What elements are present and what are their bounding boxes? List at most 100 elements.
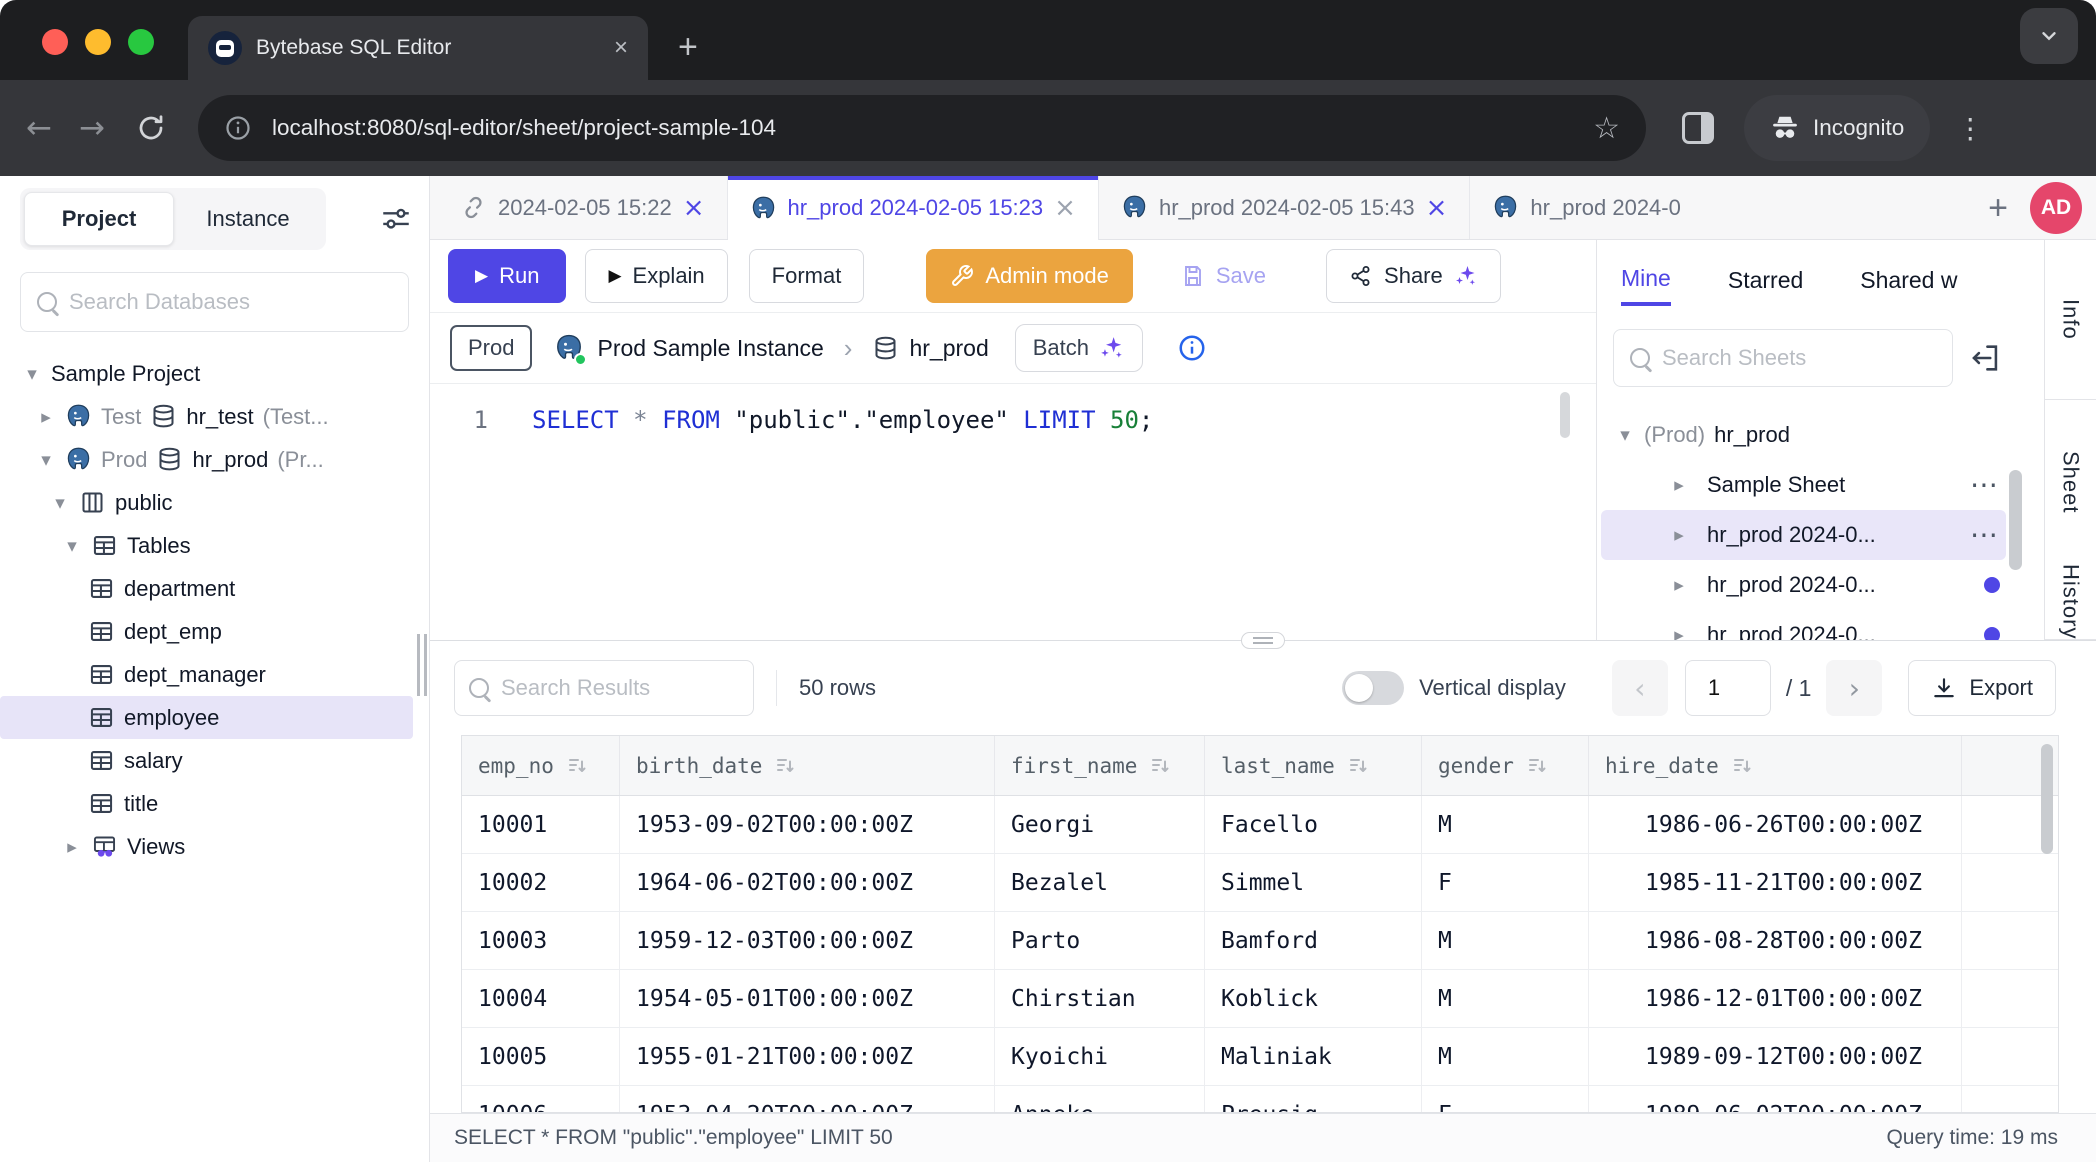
tree-caret-icon[interactable] bbox=[1669, 574, 1689, 596]
sql-editor[interactable]: 1 SELECT * FROM "public"."employee" LIMI… bbox=[430, 384, 1596, 640]
close-tab-icon[interactable]: × bbox=[614, 34, 628, 62]
table-row[interactable]: 10002 1964-06-02T00:00:00Z Bezalel Simme… bbox=[462, 854, 2058, 912]
vertical-display-toggle[interactable] bbox=[1342, 671, 1404, 705]
format-button[interactable]: Format bbox=[749, 249, 865, 303]
url-bar[interactable]: localhost:8080/sql-editor/sheet/project-… bbox=[198, 95, 1646, 161]
browser-menu-icon[interactable]: ⋮ bbox=[1956, 112, 1984, 145]
tree-row[interactable]: department bbox=[0, 567, 429, 610]
tree-row[interactable]: Prod hr_prod (Pr... bbox=[0, 438, 429, 481]
search-databases-input[interactable] bbox=[69, 289, 392, 315]
column-header[interactable]: gender bbox=[1422, 736, 1589, 795]
maximize-window-button[interactable] bbox=[128, 29, 154, 55]
column-header[interactable]: emp_no bbox=[462, 736, 620, 795]
page-number-input[interactable] bbox=[1685, 660, 1771, 716]
sort-icon[interactable] bbox=[1148, 754, 1172, 778]
tab-search-chevron-button[interactable] bbox=[2020, 8, 2078, 64]
sort-icon[interactable] bbox=[1730, 754, 1754, 778]
minimize-window-button[interactable] bbox=[85, 29, 111, 55]
results-search[interactable] bbox=[454, 660, 754, 716]
forward-button[interactable]: → bbox=[79, 110, 105, 146]
tree-caret-icon[interactable] bbox=[36, 406, 56, 428]
sort-icon[interactable] bbox=[773, 754, 797, 778]
tree-caret-icon[interactable] bbox=[50, 492, 70, 514]
site-info-icon[interactable] bbox=[224, 114, 252, 142]
tree-caret-icon[interactable] bbox=[36, 449, 56, 471]
tree-row[interactable]: dept_manager bbox=[0, 653, 429, 696]
reload-button[interactable] bbox=[136, 113, 166, 143]
table-row[interactable]: 10006 1953-04-20T00:00:00Z Anneke Preusi… bbox=[462, 1086, 2058, 1112]
tree-caret-icon[interactable] bbox=[62, 836, 82, 858]
tree-row[interactable]: dept_emp bbox=[0, 610, 429, 653]
close-tab-icon[interactable]: × bbox=[683, 195, 705, 221]
search-results-input[interactable] bbox=[501, 675, 739, 701]
tree-row[interactable]: salary bbox=[0, 739, 429, 782]
tree-caret-icon[interactable] bbox=[1669, 524, 1689, 546]
tree-row[interactable]: employee bbox=[0, 696, 413, 739]
close-tab-icon[interactable]: × bbox=[1426, 195, 1448, 221]
new-tab-button[interactable]: + bbox=[678, 30, 698, 64]
tree-caret-icon[interactable] bbox=[22, 363, 42, 385]
tree-caret-icon[interactable] bbox=[62, 535, 82, 557]
sheet-row[interactable]: hr_prod 2024-0... ⋯ bbox=[1597, 560, 2044, 610]
save-button[interactable]: Save bbox=[1159, 249, 1288, 303]
panel-resize-handle[interactable] bbox=[1241, 632, 1285, 649]
sort-icon[interactable] bbox=[1525, 754, 1549, 778]
sheet-panel-tab[interactable]: Starred bbox=[1728, 253, 1803, 304]
editor-scrollbar[interactable] bbox=[1560, 392, 1570, 438]
share-button[interactable]: Share bbox=[1326, 249, 1501, 303]
sheet-row[interactable]: hr_prod 2024-0... ⋯ bbox=[1597, 610, 2044, 640]
run-button[interactable]: ▶ Run bbox=[448, 249, 566, 303]
sheet-panel-tab[interactable]: Mine bbox=[1621, 251, 1671, 306]
tree-row[interactable]: Tables bbox=[0, 524, 429, 567]
sheet-row[interactable]: (Prod) hr_prod ⋯ bbox=[1597, 410, 2044, 460]
back-button[interactable]: ← bbox=[26, 110, 52, 146]
table-row[interactable]: 10001 1953-09-02T00:00:00Z Georgi Facell… bbox=[462, 796, 2058, 854]
user-avatar[interactable]: AD bbox=[2030, 182, 2082, 234]
sort-icon[interactable] bbox=[1346, 754, 1370, 778]
filter-settings-button[interactable] bbox=[379, 202, 413, 236]
export-button[interactable]: Export bbox=[1908, 660, 2056, 716]
editor-tab[interactable]: hr_prod 2024-02-05 15:23 × bbox=[728, 176, 1099, 240]
editor-tab[interactable]: 2024-02-05 15:22 × bbox=[438, 176, 728, 239]
admin-mode-button[interactable]: Admin mode bbox=[926, 249, 1133, 303]
database-search[interactable] bbox=[20, 272, 409, 332]
column-header[interactable]: first_name bbox=[995, 736, 1205, 795]
sort-icon[interactable] bbox=[565, 754, 589, 778]
ai-sparkle-icon[interactable] bbox=[1454, 264, 1478, 288]
sheet-list-scrollbar[interactable] bbox=[2009, 470, 2022, 570]
column-header[interactable]: last_name bbox=[1205, 736, 1422, 795]
editor-tab[interactable]: hr_prod 2024-02-05 15:43 × bbox=[1099, 176, 1470, 239]
table-scrollbar[interactable] bbox=[2041, 744, 2053, 854]
collapse-panel-button[interactable] bbox=[1969, 341, 2003, 375]
sidebar-resize-handle[interactable] bbox=[417, 634, 427, 696]
explain-button[interactable]: ▶ Explain bbox=[585, 249, 727, 303]
search-sheets-input[interactable] bbox=[1662, 345, 1936, 371]
side-panel-icon[interactable] bbox=[1682, 112, 1714, 144]
tree-row[interactable]: title bbox=[0, 782, 429, 825]
database-breadcrumb[interactable]: hr_prod bbox=[872, 335, 988, 362]
close-tab-icon[interactable]: × bbox=[1054, 195, 1076, 221]
rail-tab[interactable]: History bbox=[2045, 564, 2096, 640]
rail-tab[interactable]: Info bbox=[2045, 240, 2096, 400]
tree-caret-icon[interactable] bbox=[1669, 624, 1689, 640]
sql-code-line[interactable]: SELECT * FROM "public"."employee" LIMIT … bbox=[502, 402, 1153, 438]
tab-instance[interactable]: Instance bbox=[174, 192, 322, 246]
close-window-button[interactable] bbox=[42, 29, 68, 55]
next-page-button[interactable]: › bbox=[1826, 660, 1882, 716]
tree-caret-icon[interactable] bbox=[1615, 424, 1635, 446]
new-sheet-button[interactable]: + bbox=[1988, 191, 2008, 225]
table-row[interactable]: 10005 1955-01-21T00:00:00Z Kyoichi Malin… bbox=[462, 1028, 2058, 1086]
column-header[interactable]: hire_date bbox=[1589, 736, 1962, 795]
batch-button[interactable]: Batch bbox=[1015, 324, 1143, 372]
sheet-row[interactable]: hr_prod 2024-0... ⋯ bbox=[1601, 510, 2006, 560]
instance-name[interactable]: Prod Sample Instance bbox=[597, 335, 823, 362]
connection-info-button[interactable] bbox=[1177, 333, 1207, 363]
tree-caret-icon[interactable] bbox=[1669, 474, 1689, 496]
tab-project[interactable]: Project bbox=[24, 192, 174, 246]
browser-tab[interactable]: Bytebase SQL Editor × bbox=[188, 16, 648, 80]
tree-row[interactable]: public bbox=[0, 481, 429, 524]
bookmark-star-icon[interactable]: ☆ bbox=[1593, 111, 1620, 146]
sheet-panel-tab[interactable]: Shared w bbox=[1860, 253, 1957, 304]
table-row[interactable]: 10004 1954-05-01T00:00:00Z Chirstian Kob… bbox=[462, 970, 2058, 1028]
tree-row[interactable]: Views bbox=[0, 825, 429, 868]
